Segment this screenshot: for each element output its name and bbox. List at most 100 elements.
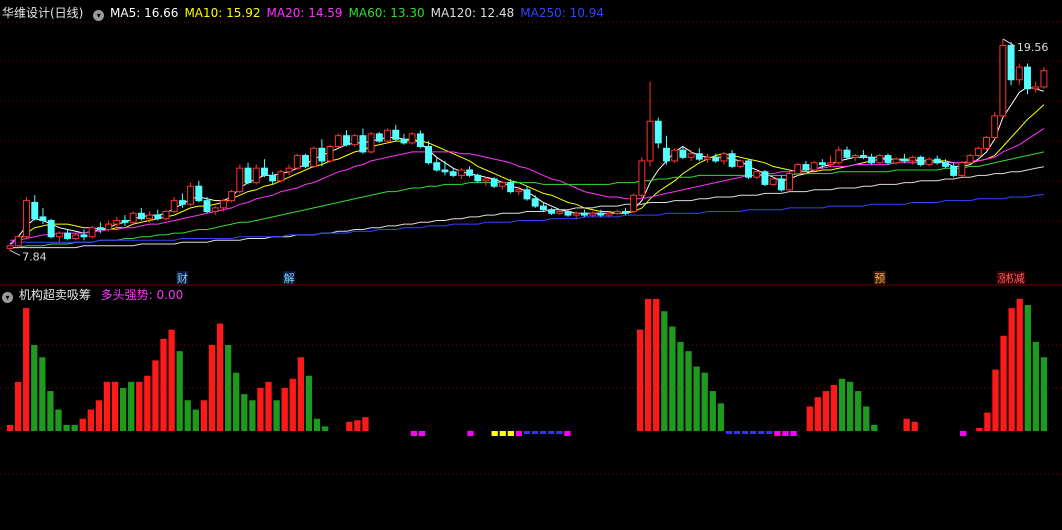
candle <box>351 133 359 147</box>
candle-body <box>679 149 687 158</box>
candle-body <box>416 133 424 148</box>
candle <box>769 177 777 187</box>
candle-body <box>302 155 309 167</box>
high-pointer <box>1002 38 1016 47</box>
candle <box>531 195 539 208</box>
candle <box>777 175 785 192</box>
candle <box>72 233 80 241</box>
indicator-bar <box>523 431 531 434</box>
candle <box>375 132 383 143</box>
event-marker[interactable]: 预 <box>873 271 886 285</box>
candle-body <box>121 219 129 223</box>
candle <box>843 146 851 160</box>
candle <box>392 124 400 142</box>
indicator-bar <box>871 424 878 431</box>
candle-body <box>285 167 293 173</box>
indicator-bar <box>725 431 733 434</box>
sub-collapse-toggle-icon[interactable]: ▾ <box>2 292 13 303</box>
candle-body <box>564 210 572 216</box>
candle-body <box>14 236 22 247</box>
candle-body <box>818 162 826 166</box>
candle-body <box>375 133 383 142</box>
ma-line-ma10 <box>9 104 1045 245</box>
indicator-bar <box>241 394 248 431</box>
candle-body <box>392 129 400 140</box>
candle-body <box>753 171 761 178</box>
event-marker[interactable]: 财 <box>176 271 189 285</box>
indicator-bar <box>1040 357 1048 431</box>
low-price-label: 7.84 <box>22 250 47 263</box>
candle-body <box>687 153 695 158</box>
indicator-bar <box>47 391 54 431</box>
candle <box>663 135 670 165</box>
indicator-bar <box>95 400 103 431</box>
indicator-bar <box>903 418 910 431</box>
candle-body <box>704 156 711 160</box>
candle-body <box>556 210 564 214</box>
candle <box>162 209 170 221</box>
candle-body <box>31 201 39 220</box>
candle <box>236 164 244 194</box>
collapse-toggle-icon[interactable]: ▾ <box>93 10 105 21</box>
candle <box>277 169 285 183</box>
indicator-bar <box>709 391 716 431</box>
indicator-bar <box>830 384 838 431</box>
candle <box>983 135 990 151</box>
event-marker-label: 减 <box>1014 272 1025 285</box>
indicator-bar <box>669 326 676 431</box>
candle-body <box>909 156 917 162</box>
candle-body <box>728 153 736 167</box>
candle-body <box>23 200 30 238</box>
candle <box>868 153 876 165</box>
candle <box>580 209 588 217</box>
event-marker-label: 解 <box>284 271 295 285</box>
indicator-bar <box>540 431 547 434</box>
candle-body <box>146 214 154 220</box>
indicator-bar <box>63 424 70 431</box>
candle-body <box>671 149 679 162</box>
candle-body <box>490 178 498 187</box>
candle <box>786 171 794 192</box>
candle <box>441 160 449 176</box>
candle <box>810 160 818 172</box>
stock-chart[interactable]: 19.567.84 财解预涨权减 <box>0 0 1062 530</box>
candle-body <box>236 167 244 193</box>
candle <box>548 207 556 216</box>
candle <box>293 153 301 170</box>
candle <box>244 162 252 185</box>
candle <box>425 141 432 165</box>
candle-body <box>326 146 334 162</box>
event-marker[interactable]: 减 <box>1013 271 1026 285</box>
candle <box>318 139 326 167</box>
event-marker[interactable]: 解 <box>283 271 296 285</box>
indicator-bar <box>1032 341 1040 431</box>
candle <box>400 133 408 145</box>
candle-body <box>999 44 1007 117</box>
indicator-bar <box>192 409 199 431</box>
candle-body <box>827 162 835 166</box>
candle <box>925 157 933 167</box>
candle-body <box>449 171 457 176</box>
indicator-bar <box>636 329 644 431</box>
candle-body <box>966 155 974 164</box>
candle <box>31 195 39 221</box>
candle <box>1024 63 1031 95</box>
candle-body <box>105 223 113 231</box>
candle-body <box>876 155 884 164</box>
indicator-bars <box>6 298 1048 436</box>
candle <box>326 144 334 163</box>
candle <box>974 146 982 158</box>
candle <box>687 150 695 161</box>
candle <box>416 130 424 149</box>
indicator-bar <box>531 431 539 434</box>
indicator-bar <box>855 391 862 431</box>
ma-legend-item: MA5: 16.66 <box>110 6 179 20</box>
candle-body <box>786 173 794 191</box>
indicator-bar <box>790 431 797 436</box>
main-title: 华维设计(日线) <box>2 6 84 20</box>
indicator-bar <box>548 431 555 434</box>
candle <box>728 150 736 169</box>
candle-body <box>195 185 203 202</box>
ma-legend-item: MA250: 10.94 <box>520 6 604 20</box>
indicator-bar <box>152 360 159 431</box>
